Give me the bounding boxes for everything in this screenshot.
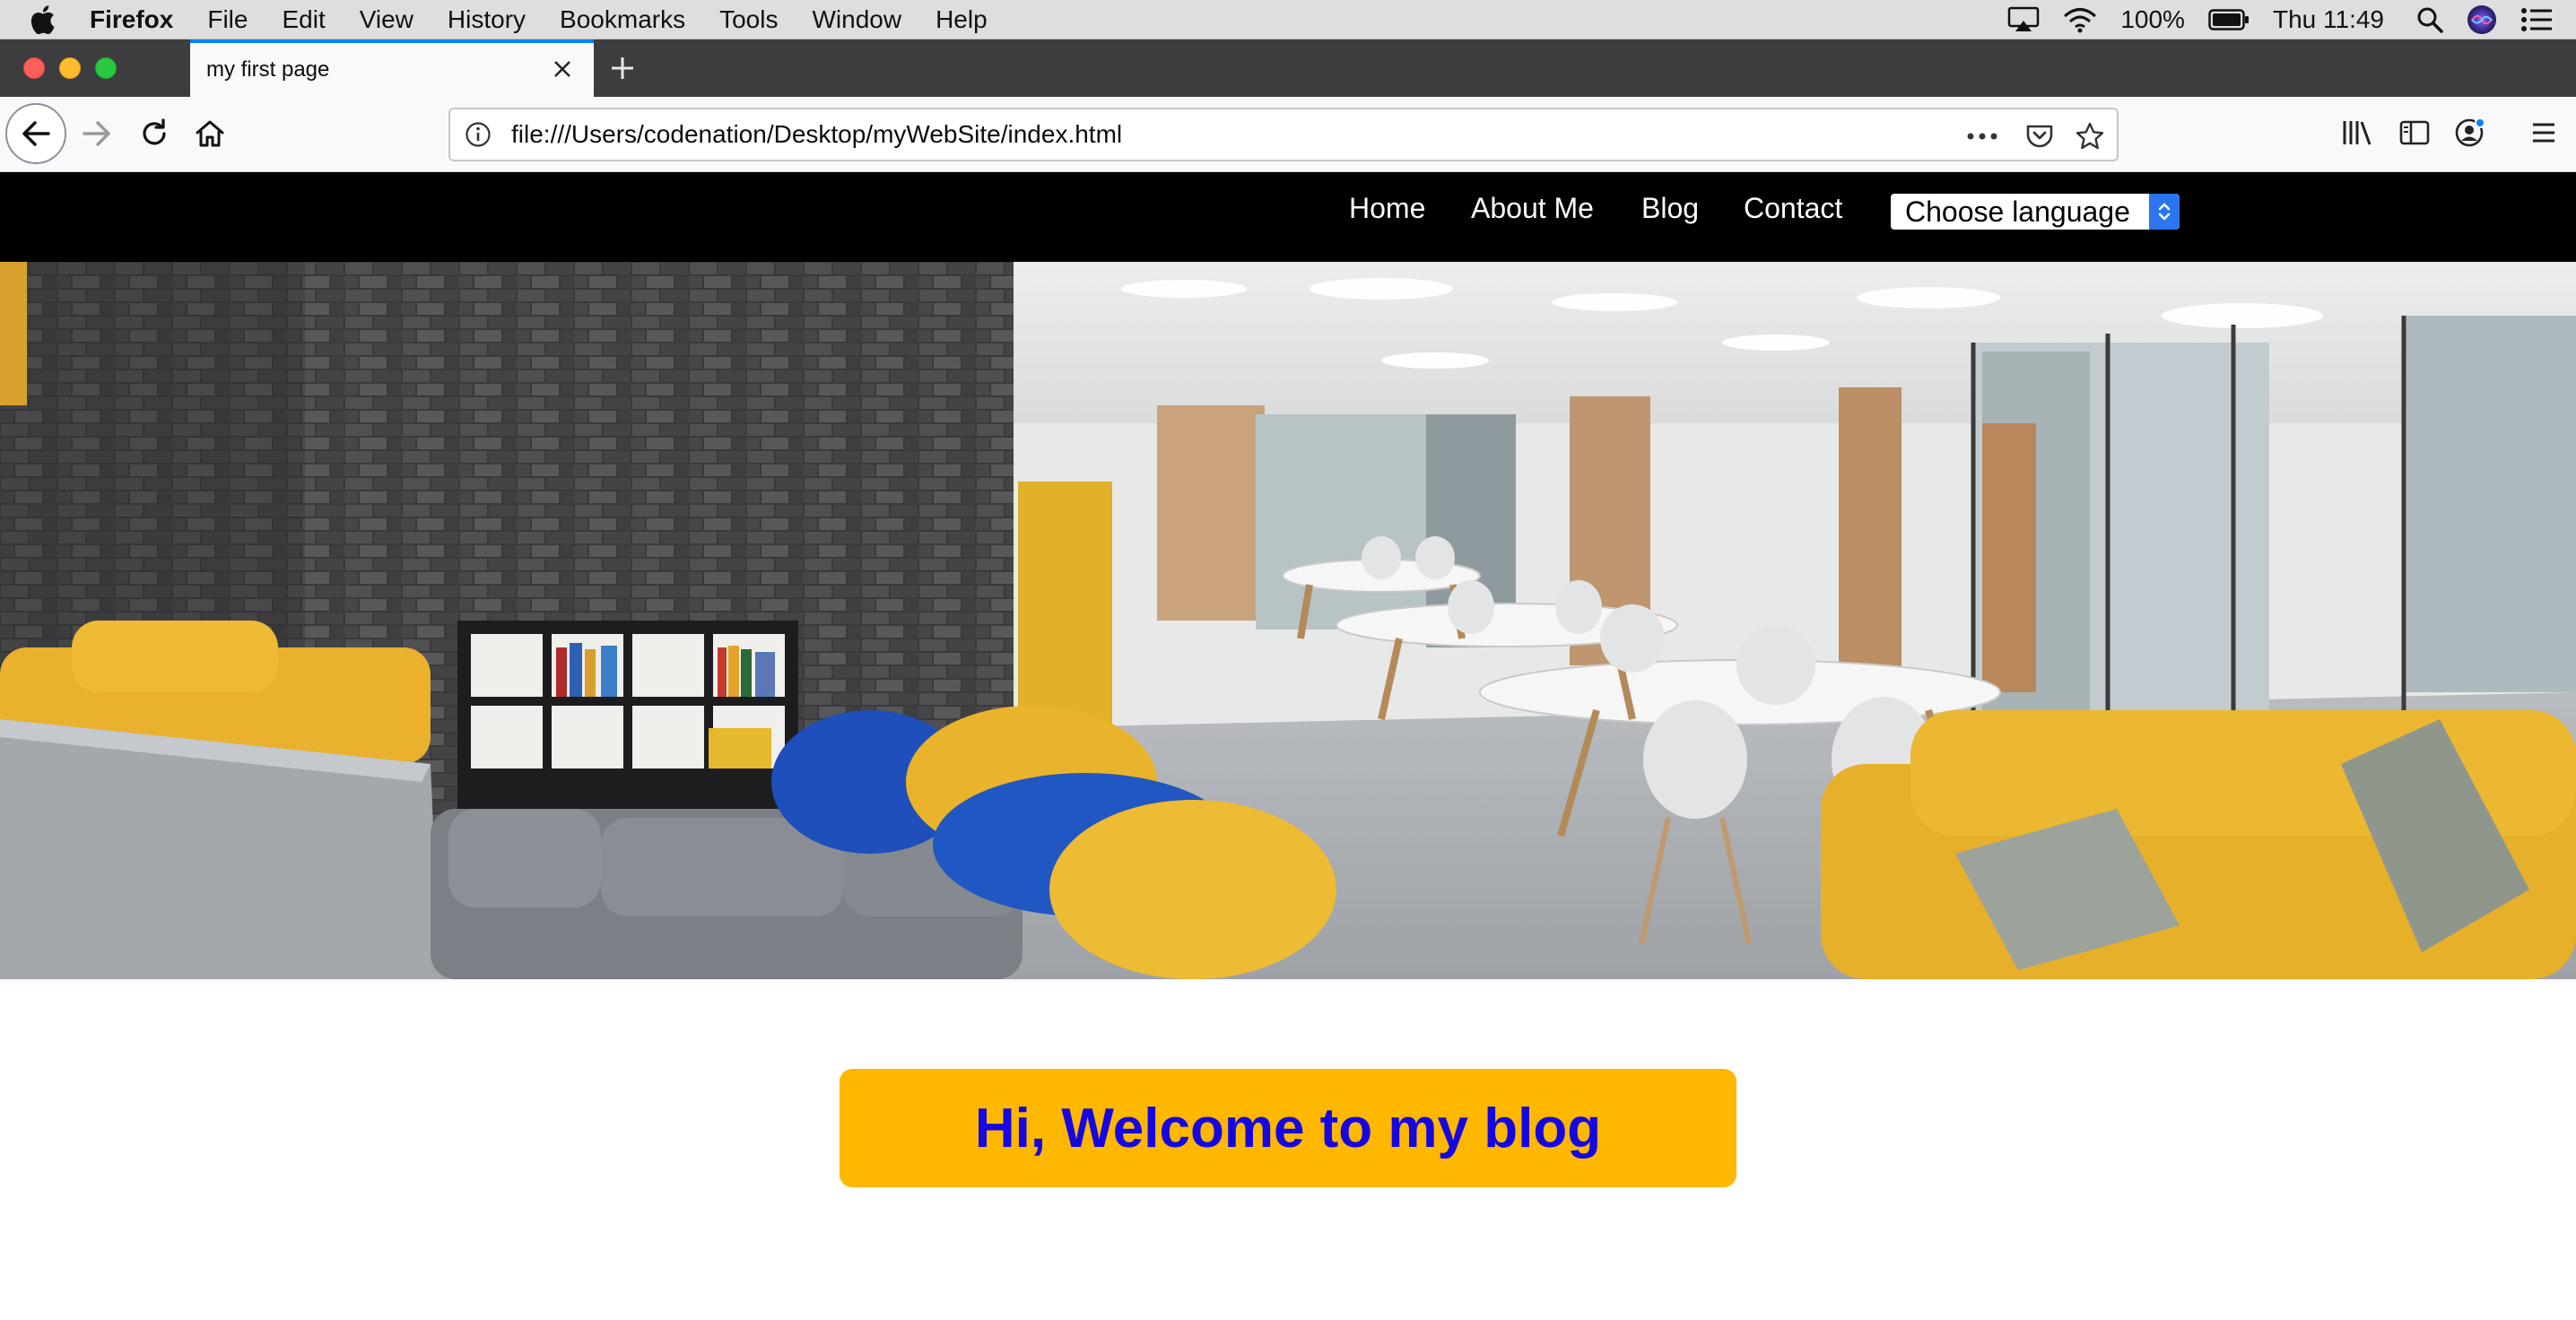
forward-arrow-icon[interactable] [75, 112, 118, 155]
welcome-banner: Hi, Welcome to my blog [840, 1069, 1736, 1187]
firefox-account-icon[interactable] [2452, 115, 2488, 151]
navigation-toolbar: file:///Users/codenation/Desktop/myWebSi… [0, 97, 2576, 172]
pocket-icon[interactable] [2023, 120, 2056, 152]
menu-history[interactable]: History [448, 5, 526, 34]
tab-strip: my first page [0, 39, 2576, 97]
menu-bookmarks[interactable]: Bookmarks [560, 5, 685, 34]
airplay-icon[interactable] [2007, 6, 2040, 33]
hero-office-lounge-image [0, 262, 2576, 979]
site-info-icon[interactable] [465, 119, 495, 150]
tab-close-icon[interactable] [549, 56, 576, 82]
menu-tools[interactable]: Tools [719, 5, 778, 34]
hamburger-menu-icon[interactable] [2526, 115, 2562, 151]
siri-icon[interactable] [2467, 4, 2497, 35]
select-arrows-icon [2149, 194, 2180, 230]
spotlight-search-icon[interactable] [2416, 6, 2443, 33]
apple-logo-icon[interactable] [29, 4, 56, 35]
macos-menu-bar: Firefox File Edit View History Bookmarks… [0, 0, 2576, 39]
window-minimize-button[interactable] [59, 57, 81, 79]
tab-title: my first page [206, 57, 330, 82]
language-select[interactable]: Choose language [1891, 194, 2180, 230]
reload-icon[interactable] [133, 112, 176, 155]
sidebar-toggle-icon[interactable] [2397, 115, 2432, 151]
site-navigation: Home About Me Blog Contact Choose langua… [0, 172, 2576, 262]
browser-tab-active[interactable]: my first page [190, 39, 594, 97]
page-actions-more-icon[interactable] [1966, 120, 1998, 152]
hero-illustration [0, 262, 2576, 979]
new-tab-plus-icon[interactable] [606, 52, 639, 84]
menu-file[interactable]: File [207, 5, 248, 34]
url-text[interactable]: file:///Users/codenation/Desktop/myWebSi… [511, 120, 1122, 149]
menu-window[interactable]: Window [812, 5, 901, 34]
notification-center-icon[interactable] [2520, 7, 2553, 32]
battery-percent: 100% [2120, 5, 2185, 33]
nav-link-blog[interactable]: Blog [1641, 192, 1699, 225]
menubar-status-area: 100% Thu 11:49 [2007, 0, 2576, 39]
window-close-button[interactable] [23, 57, 45, 79]
wifi-icon[interactable] [2063, 6, 2097, 33]
menubar-clock[interactable]: Thu 11:49 [2273, 5, 2384, 34]
menu-edit[interactable]: Edit [282, 5, 325, 34]
nav-link-contact[interactable]: Contact [1744, 192, 1842, 225]
url-bar[interactable]: file:///Users/codenation/Desktop/myWebSi… [448, 108, 2119, 161]
library-icon[interactable] [2339, 115, 2375, 151]
nav-link-home[interactable]: Home [1349, 192, 1425, 225]
nav-link-about-me[interactable]: About Me [1471, 192, 1594, 225]
menu-app-name[interactable]: Firefox [90, 5, 173, 34]
battery-icon[interactable] [2208, 9, 2250, 30]
language-select-value: Choose language [1905, 195, 2130, 228]
window-zoom-button[interactable] [95, 57, 117, 79]
back-arrow-icon[interactable] [5, 103, 66, 164]
bookmark-star-icon[interactable] [2074, 120, 2106, 152]
home-icon[interactable] [188, 112, 231, 155]
menu-help[interactable]: Help [936, 5, 988, 34]
menu-view[interactable]: View [360, 5, 413, 34]
